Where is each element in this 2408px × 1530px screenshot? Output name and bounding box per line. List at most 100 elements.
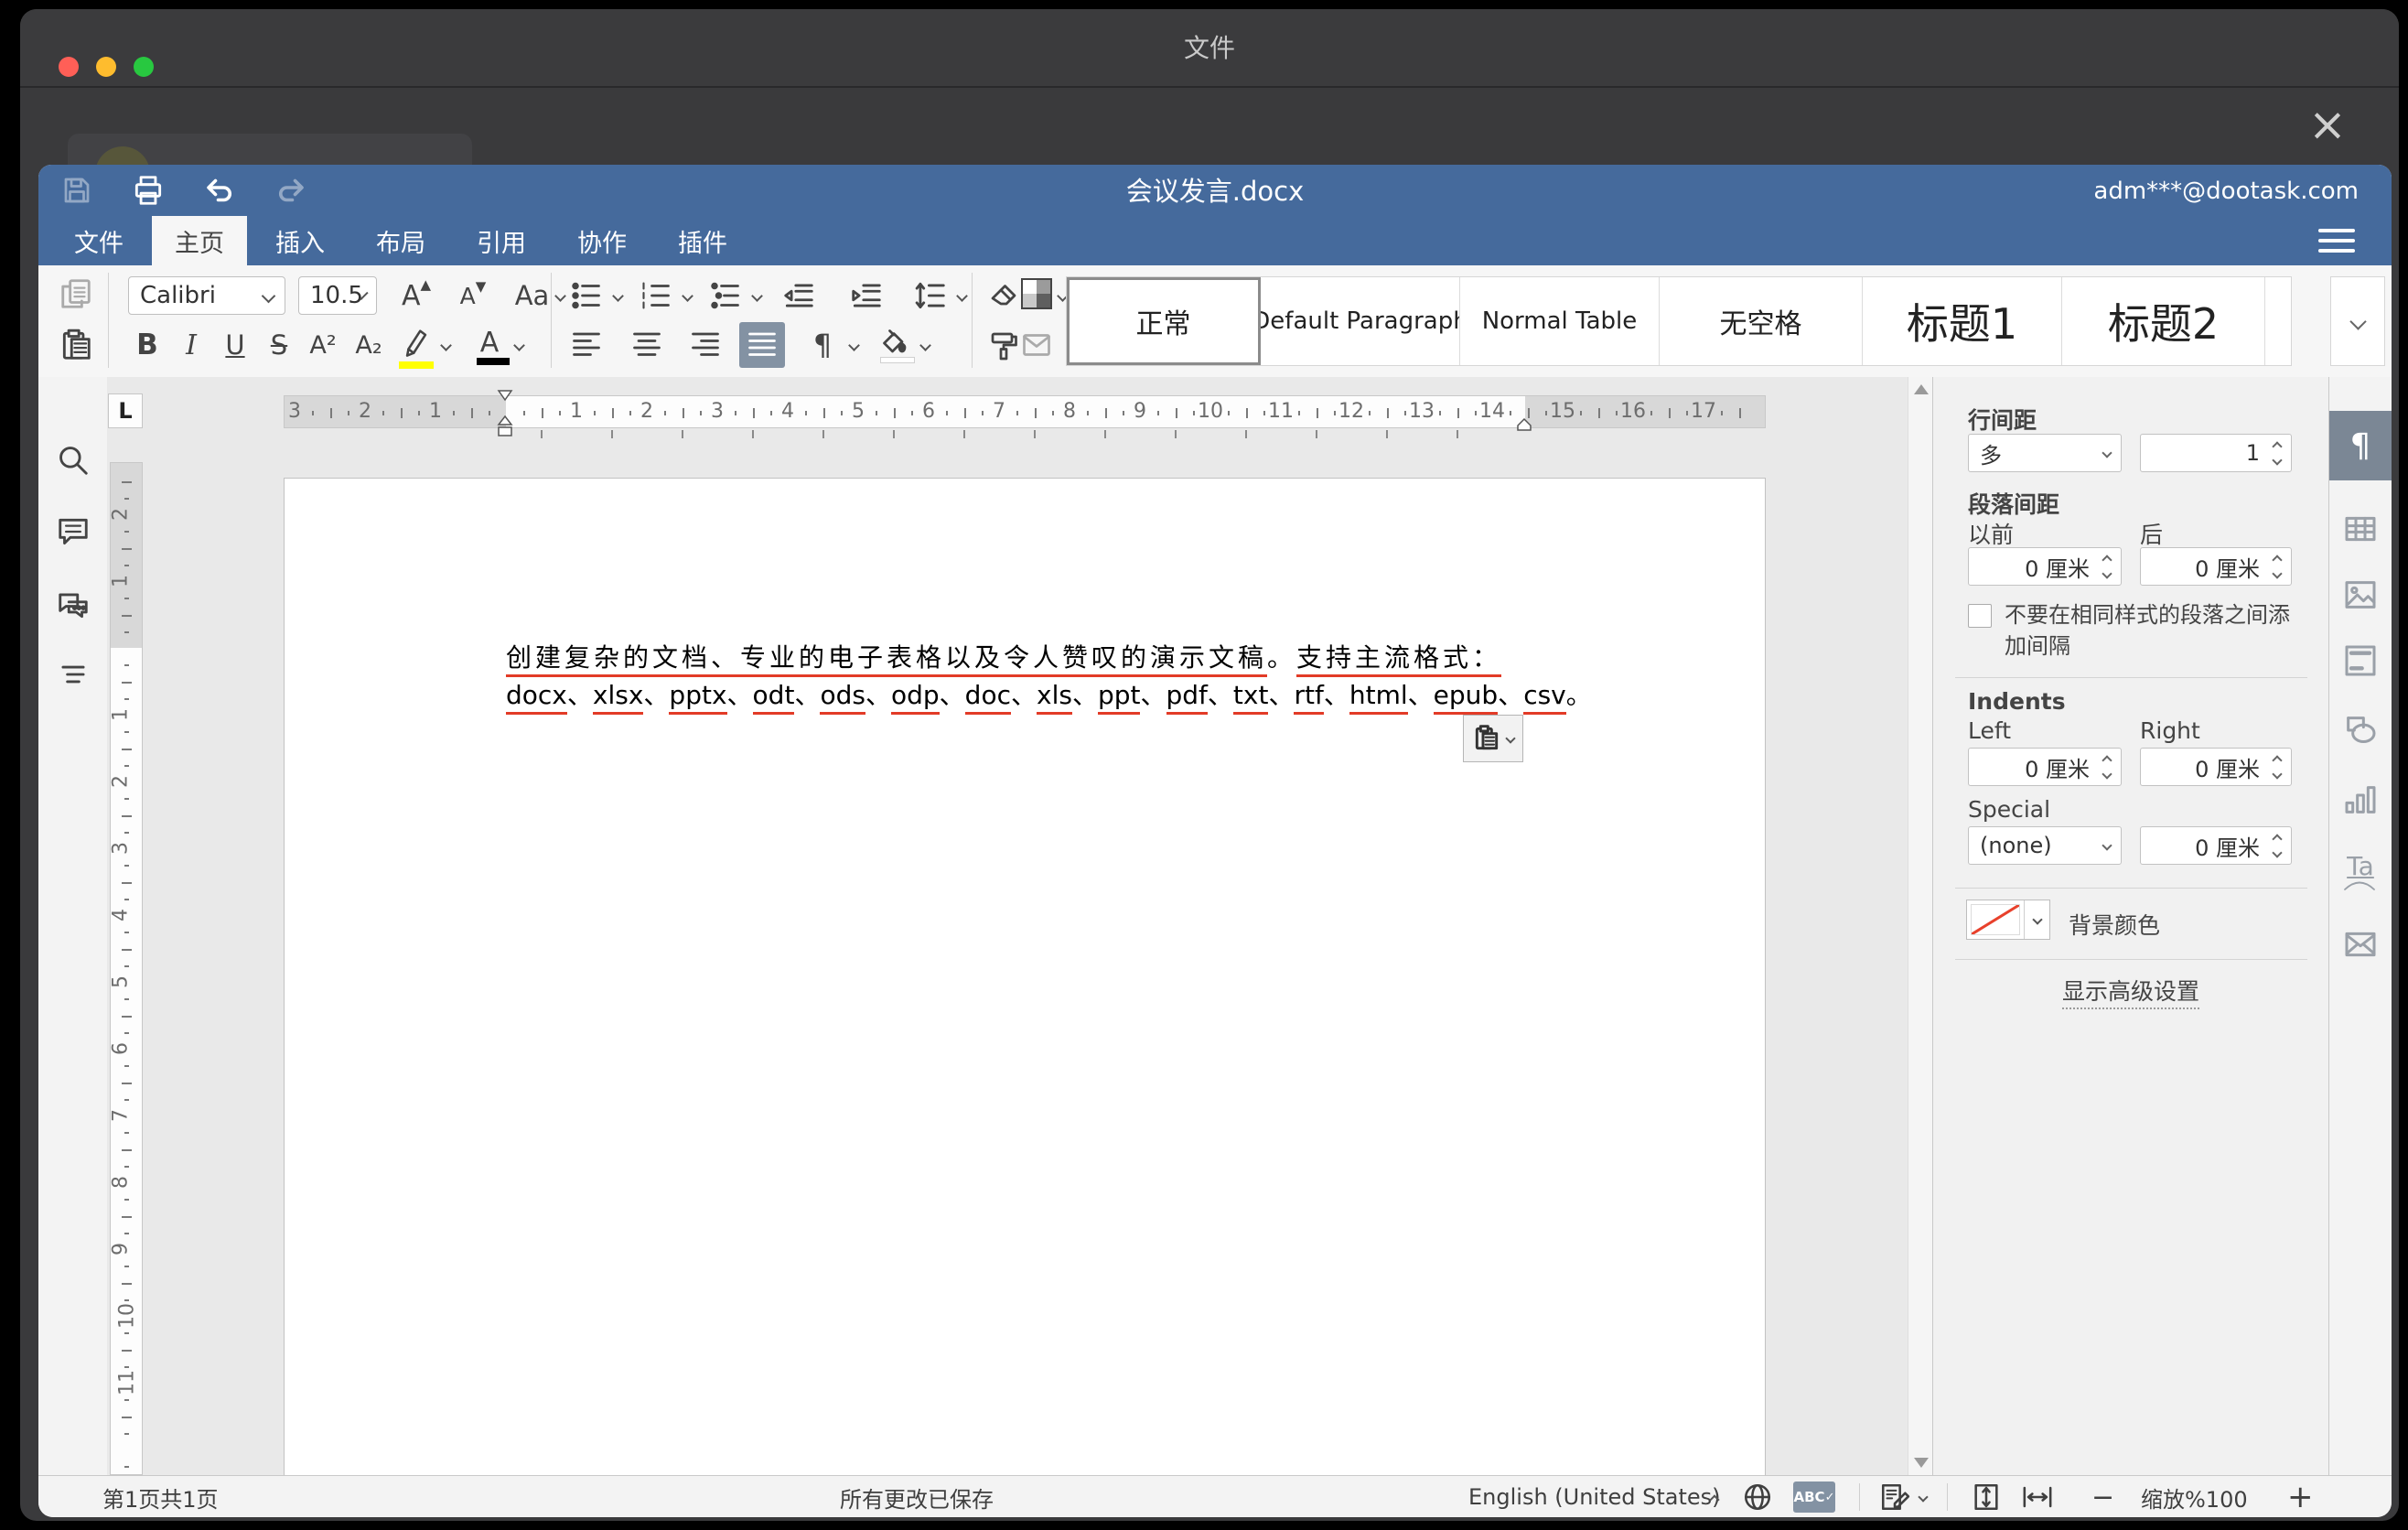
font-name-select[interactable]: Calibri bbox=[128, 276, 285, 315]
special-select[interactable]: (none) bbox=[1968, 826, 2122, 865]
navigation-headings-icon[interactable] bbox=[56, 657, 91, 692]
style-no-spacing[interactable]: 无空格 bbox=[1660, 277, 1863, 365]
scroll-down-icon[interactable] bbox=[1914, 1458, 1929, 1468]
align-left-icon[interactable] bbox=[565, 324, 607, 366]
undo-icon[interactable] bbox=[201, 172, 238, 209]
underline-button[interactable]: U bbox=[214, 324, 256, 366]
line-spacing-icon[interactable] bbox=[909, 275, 951, 317]
background-color-arrow[interactable] bbox=[2024, 900, 2049, 939]
fit-width-icon[interactable] bbox=[2020, 1476, 2055, 1517]
paste-options-button[interactable] bbox=[1463, 715, 1523, 762]
align-justify-icon[interactable] bbox=[739, 322, 785, 368]
increase-font-icon[interactable]: A▲ bbox=[395, 275, 437, 317]
fit-page-icon[interactable] bbox=[1971, 1476, 2002, 1517]
tab-insert[interactable]: 插入 bbox=[253, 216, 348, 265]
spacing-after-spinner[interactable]: 0 厘米 bbox=[2140, 547, 2292, 586]
tab-plugins[interactable]: 插件 bbox=[655, 216, 750, 265]
page-number-status[interactable]: 第1页共1页 bbox=[102, 1476, 219, 1517]
right-indent-marker[interactable] bbox=[1516, 417, 1532, 435]
line-spacing-value-spinner[interactable]: 1 bbox=[2140, 434, 2292, 472]
language-selector[interactable]: English (United States) bbox=[1468, 1476, 1721, 1517]
print-icon[interactable] bbox=[130, 172, 167, 209]
vertical-scrollbar[interactable] bbox=[1908, 377, 1932, 1475]
shape-settings-icon[interactable] bbox=[2329, 695, 2392, 765]
spellcheck-toggle[interactable]: ABC✓ bbox=[1793, 1476, 1835, 1517]
nonprinting-arrow[interactable] bbox=[842, 324, 865, 366]
copy-icon[interactable] bbox=[55, 273, 97, 315]
hamburger-menu-icon[interactable] bbox=[2318, 225, 2355, 256]
comments-icon[interactable] bbox=[56, 514, 91, 549]
bold-button[interactable]: B bbox=[126, 324, 168, 366]
first-line-indent-marker[interactable] bbox=[497, 388, 513, 405]
zoom-in-button[interactable]: + bbox=[2287, 1476, 2314, 1517]
style-normal[interactable]: 正常 bbox=[1067, 277, 1261, 365]
chart-settings-icon[interactable] bbox=[2329, 765, 2392, 835]
superscript-button[interactable]: A² bbox=[302, 324, 344, 366]
save-icon[interactable] bbox=[59, 172, 95, 209]
close-icon[interactable]: × bbox=[2300, 97, 2355, 152]
increase-indent-icon[interactable] bbox=[845, 275, 887, 317]
document-canvas[interactable]: L 3211234567891011121314151617 211234567… bbox=[107, 377, 1908, 1475]
mailmerge-icon[interactable] bbox=[1016, 324, 1058, 366]
indent-right-spinner[interactable]: 0 厘米 bbox=[2140, 748, 2292, 786]
language-arrow[interactable] bbox=[1711, 1476, 1718, 1517]
line-spacing-select[interactable]: 多 bbox=[1968, 434, 2122, 472]
table-settings-icon[interactable] bbox=[2329, 494, 2392, 564]
font-color-arrow[interactable] bbox=[507, 324, 531, 366]
special-by-spinner[interactable]: 0 厘米 bbox=[2140, 826, 2292, 865]
multilevel-list-icon[interactable] bbox=[704, 275, 747, 317]
mailmerge-settings-icon[interactable] bbox=[2329, 910, 2392, 979]
highlight-color-icon[interactable] bbox=[395, 322, 437, 364]
bullets-icon[interactable] bbox=[565, 275, 607, 317]
line-spacing-arrow[interactable] bbox=[950, 275, 973, 317]
zoom-out-button[interactable]: − bbox=[2091, 1476, 2114, 1517]
track-changes-icon[interactable] bbox=[1879, 1476, 1910, 1517]
chat-icon[interactable] bbox=[56, 587, 91, 622]
paragraph-text[interactable]: 创建复杂的文档、专业的电子表格以及令人赞叹的演示文稿。支持主流格式： docx、… bbox=[506, 640, 1549, 714]
bullets-arrow[interactable] bbox=[606, 275, 629, 317]
paragraph-settings-icon[interactable]: ¶ bbox=[2329, 411, 2392, 480]
background-color-swatch[interactable] bbox=[1966, 900, 2050, 940]
no-space-between-checkbox[interactable] bbox=[1968, 604, 1992, 628]
style-heading2[interactable]: 标题2 bbox=[2062, 277, 2265, 365]
style-default-paragraph[interactable]: Default Paragraph bbox=[1261, 277, 1460, 365]
indent-left-spinner[interactable]: 0 厘米 bbox=[1968, 748, 2122, 786]
header-footer-settings-icon[interactable] bbox=[2329, 626, 2392, 695]
vertical-ruler[interactable]: 211234567891011 bbox=[110, 462, 143, 1475]
decrease-indent-icon[interactable] bbox=[778, 275, 820, 317]
tab-stop-selector[interactable]: L bbox=[108, 393, 143, 428]
align-right-icon[interactable] bbox=[684, 324, 726, 366]
strikethrough-button[interactable]: S bbox=[258, 324, 300, 366]
highlight-color-arrow[interactable] bbox=[434, 324, 457, 366]
italic-button[interactable]: I bbox=[170, 324, 212, 366]
tab-references[interactable]: 引用 bbox=[454, 216, 549, 265]
align-center-icon[interactable] bbox=[626, 324, 668, 366]
show-advanced-settings-link[interactable]: 显示高级设置 bbox=[1933, 974, 2328, 1007]
tab-collaboration[interactable]: 协作 bbox=[554, 216, 650, 265]
shading-arrow[interactable] bbox=[913, 324, 937, 366]
redo-icon[interactable] bbox=[273, 172, 309, 209]
change-case-icon[interactable]: Aa bbox=[511, 275, 569, 317]
shading-bucket-icon[interactable] bbox=[873, 322, 915, 364]
image-settings-icon[interactable] bbox=[2329, 560, 2392, 630]
decrease-font-icon[interactable]: A▼ bbox=[452, 275, 494, 317]
scroll-up-icon[interactable] bbox=[1914, 384, 1929, 394]
font-size-select[interactable]: 10.5 bbox=[298, 276, 377, 315]
numbering-arrow[interactable] bbox=[675, 275, 699, 317]
style-heading1[interactable]: 标题1 bbox=[1863, 277, 2062, 365]
left-indent-marker[interactable] bbox=[497, 415, 513, 441]
multilevel-arrow[interactable] bbox=[745, 275, 769, 317]
textart-settings-icon[interactable]: Ta bbox=[2329, 831, 2392, 900]
track-changes-arrow[interactable] bbox=[1919, 1476, 1927, 1517]
tab-home[interactable]: 主页 bbox=[152, 216, 247, 265]
tab-file[interactable]: 文件 bbox=[51, 216, 146, 265]
nonprinting-chars-icon[interactable]: ¶ bbox=[801, 324, 844, 366]
tab-layout[interactable]: 布局 bbox=[353, 216, 448, 265]
font-color-icon[interactable]: A bbox=[468, 322, 511, 364]
subscript-button[interactable]: A₂ bbox=[348, 324, 390, 366]
set-language-globe-icon[interactable] bbox=[1742, 1476, 1773, 1517]
document-page[interactable]: 创建复杂的文档、专业的电子表格以及令人赞叹的演示文稿。支持主流格式： docx、… bbox=[284, 478, 1766, 1475]
style-gallery-expand-icon[interactable] bbox=[2330, 276, 2385, 366]
search-icon[interactable] bbox=[56, 443, 91, 478]
numbering-icon[interactable] bbox=[635, 275, 677, 317]
